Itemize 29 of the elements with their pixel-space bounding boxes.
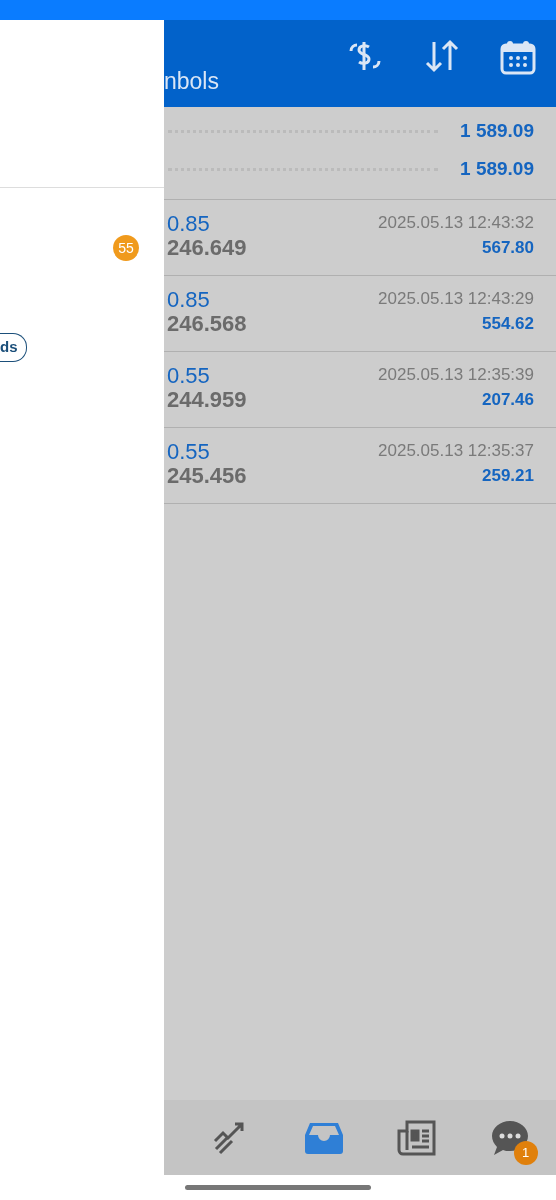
trade-row[interactable]: 0.55 244.959 2025.05.13 12:35:39 207.46 — [164, 352, 556, 428]
trade-time: 2025.05.13 12:43:32 — [378, 212, 534, 234]
trade-time: 2025.05.13 12:43:29 — [378, 288, 534, 310]
trade-profit: 567.80 — [481, 237, 534, 260]
trade-time: 2025.05.13 12:35:39 — [378, 364, 534, 386]
trade-volume: 0.85 — [167, 212, 211, 237]
trade-volume: 0.55 — [167, 364, 211, 389]
trade-price: 245.456 — [167, 464, 247, 489]
trade-price: 244.959 — [167, 388, 247, 413]
trade-profit: 207.46 — [481, 389, 534, 412]
count-badge: 55 — [113, 235, 139, 261]
notification-badge: 1 — [513, 1140, 538, 1165]
newspaper-icon[interactable] — [396, 1118, 437, 1157]
trade-time: 2025.05.13 12:35:37 — [378, 440, 534, 462]
trade-row[interactable]: 0.55 245.456 2025.05.13 12:35:37 259.21 — [164, 428, 556, 504]
trade-price: 246.649 — [167, 236, 247, 261]
header-title: nbols — [164, 70, 220, 93]
trade-profit: 259.21 — [481, 465, 534, 488]
trade-volume: 0.55 — [167, 440, 211, 465]
summary-value: 1 589.09 — [460, 118, 534, 143]
trade-price: 246.568 — [167, 312, 247, 337]
summary-value: 1 589.09 — [460, 156, 534, 181]
trade-profit: 554.62 — [481, 313, 534, 336]
sort-icon[interactable] — [424, 38, 460, 73]
trade-row[interactable]: 0.85 246.649 2025.05.13 12:43:32 567.80 — [164, 200, 556, 276]
trade-row[interactable]: 0.85 246.568 2025.05.13 12:43:29 554.62 — [164, 276, 556, 352]
calendar-icon[interactable] — [500, 38, 536, 75]
pill-button[interactable]: ds — [0, 333, 27, 362]
trade-volume: 0.85 — [167, 288, 211, 313]
